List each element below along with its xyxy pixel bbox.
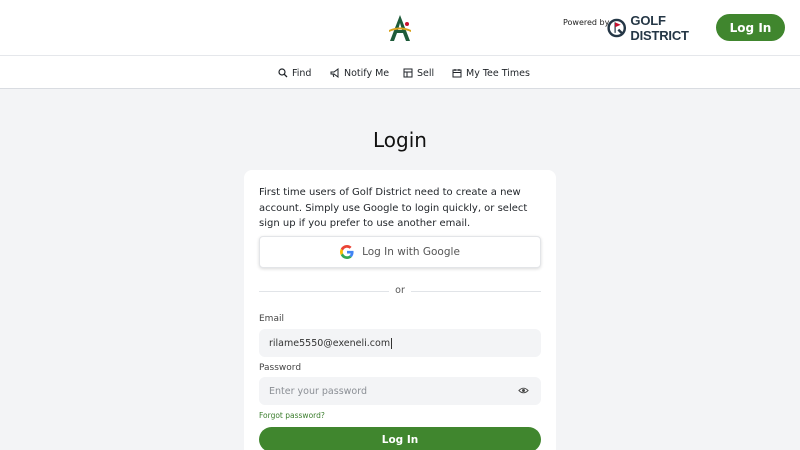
forgot-password-link[interactable]: Forgot password? — [259, 411, 325, 420]
powered-by-label: Powered by — [563, 18, 610, 27]
password-field[interactable]: Enter your password — [259, 377, 541, 405]
nav-sell[interactable]: Sell — [403, 65, 434, 81]
header-login-button[interactable]: Log In — [716, 14, 785, 41]
google-login-label: Log In with Google — [362, 246, 460, 258]
email-label: Email — [259, 314, 284, 324]
golf-district-flag-icon — [607, 18, 627, 38]
password-label: Password — [259, 363, 302, 373]
calendar-icon — [452, 69, 462, 78]
google-login-button[interactable]: Log In with Google — [259, 236, 541, 268]
nav-find-label: Find — [292, 67, 312, 79]
top-bar: Powered by GOLF DISTRICT Log In — [0, 0, 800, 56]
nav-my-tee-times[interactable]: My Tee Times — [452, 65, 530, 81]
nav-notify-me-label: Notify Me — [344, 67, 390, 79]
nav-find[interactable]: Find — [278, 65, 311, 81]
text-caret — [391, 337, 393, 349]
or-separator: or — [389, 285, 411, 296]
golf-district-logo[interactable]: GOLF DISTRICT — [607, 13, 709, 43]
login-intro-text: First time users of Golf District need t… — [259, 187, 528, 229]
sell-icon — [403, 68, 413, 78]
page-title: Login — [373, 128, 427, 152]
main-nav: Find Notify Me Sell My Tee Times — [0, 56, 800, 89]
email-field[interactable]: rilame5550@exeneli.com — [259, 329, 541, 357]
nav-sell-label: Sell — [417, 67, 435, 79]
login-submit-button[interactable]: Log In — [259, 427, 541, 450]
brand-name: GOLF DISTRICT — [630, 13, 689, 43]
search-icon — [278, 68, 288, 78]
google-icon — [340, 245, 354, 259]
nav-my-tee-times-label: My Tee Times — [466, 67, 530, 79]
show-password-eye-icon[interactable] — [518, 386, 529, 395]
nav-notify-me[interactable]: Notify Me — [330, 65, 389, 81]
megaphone-icon — [330, 68, 339, 78]
course-logo-icon[interactable] — [386, 13, 414, 43]
password-placeholder: Enter your password — [269, 385, 368, 397]
email-value: rilame5550@exeneli.com — [269, 337, 391, 349]
